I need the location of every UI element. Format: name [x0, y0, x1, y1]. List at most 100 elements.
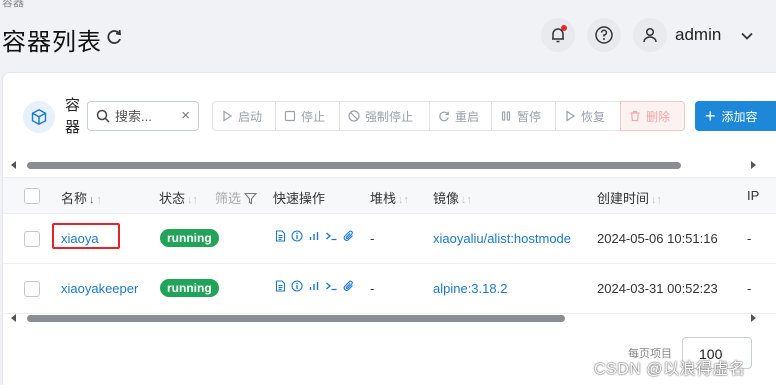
table-row: xiaoyakeeper running - alpine:3.18.2 202…	[3, 264, 776, 314]
pause-label: 暂停	[517, 109, 542, 124]
inspect-icon[interactable]	[291, 280, 303, 292]
stop-icon	[284, 110, 296, 122]
quick-actions	[275, 280, 355, 292]
sort-icon: ↓↑	[651, 194, 663, 206]
row-checkbox[interactable]	[24, 281, 40, 297]
resume-button[interactable]: 恢复	[555, 101, 621, 131]
ip-cell: -	[747, 281, 752, 296]
refresh-icon[interactable]	[104, 27, 124, 47]
notification-dot	[561, 25, 567, 31]
inspect-icon[interactable]	[291, 230, 303, 242]
filter-icon	[243, 192, 258, 205]
header-state[interactable]: 状态 ↓↑	[159, 188, 198, 207]
header-created-label: 创建时间	[597, 191, 650, 206]
row-checkbox[interactable]	[24, 231, 40, 247]
header-image[interactable]: 镜像 ↓↑	[433, 188, 472, 207]
pause-button[interactable]: 暂停	[491, 101, 556, 131]
header-stack[interactable]: 堆栈 ↓↑	[370, 188, 409, 207]
scroll-left-icon[interactable]	[11, 314, 16, 322]
ip-cell: -	[747, 231, 752, 246]
kill-button[interactable]: 强制停止	[339, 101, 430, 131]
search-icon	[96, 109, 110, 123]
sort-icon: ↓↑	[398, 194, 410, 206]
attach-icon[interactable]	[343, 280, 355, 292]
kill-label: 强制停止	[365, 109, 414, 124]
username[interactable]: admin	[675, 25, 721, 45]
attach-icon[interactable]	[343, 230, 355, 242]
containers-panel: 容器 × 启动 停止 强制停止 重启 暂停 恢复 删除 + 添加容	[2, 72, 776, 385]
notification-button[interactable]	[541, 18, 575, 52]
header-ip[interactable]: IP	[747, 188, 759, 203]
scroll-right-icon[interactable]	[751, 161, 756, 169]
select-all-checkbox[interactable]	[24, 188, 40, 204]
start-label: 启动	[238, 109, 263, 124]
scrollbar-thumb[interactable]	[27, 162, 681, 169]
add-container-button[interactable]: + 添加容	[695, 101, 776, 131]
stats-icon[interactable]	[308, 280, 320, 292]
start-button[interactable]: 启动	[212, 101, 276, 131]
image-link[interactable]: xiaoyaliu/alist:hostmode	[433, 231, 571, 246]
breadcrumb: 容器	[2, 0, 24, 9]
play-icon	[223, 110, 233, 122]
created-cell: 2024-05-06 10:51:16	[597, 231, 718, 246]
add-container-label: 添加容	[721, 109, 758, 124]
chevron-down-icon[interactable]	[740, 29, 754, 43]
image-link[interactable]: alpine:3.18.2	[433, 281, 507, 296]
cube-badge	[23, 101, 55, 133]
logs-icon[interactable]	[275, 230, 286, 242]
search-box[interactable]: ×	[87, 101, 199, 131]
trash-icon	[630, 110, 640, 122]
stop-button[interactable]: 停止	[275, 101, 340, 131]
restart-button[interactable]: 重启	[429, 101, 492, 131]
header-name[interactable]: 名称 ↓ ↑	[61, 188, 102, 207]
container-name-link[interactable]: xiaoyakeeper	[61, 281, 138, 296]
status-badge: running	[160, 229, 219, 247]
cube-icon	[31, 109, 47, 125]
delete-button[interactable]: 删除	[620, 101, 685, 131]
filter-label: 筛选	[215, 191, 242, 206]
sort-down-icon: ↓	[89, 194, 95, 206]
scroll-right-icon[interactable]	[751, 314, 756, 322]
scrollbar-thumb[interactable]	[27, 315, 565, 322]
table-row: xiaoya running - xiaoyaliu/alist:hostmod…	[3, 214, 776, 264]
console-icon[interactable]	[325, 280, 338, 292]
sort-icon: ↓↑	[461, 194, 473, 206]
restart-label: 重启	[455, 109, 480, 124]
clear-search-icon[interactable]: ×	[181, 107, 190, 124]
sort-up-icon: ↑	[96, 194, 103, 206]
delete-label: 删除	[646, 109, 671, 124]
restart-icon	[439, 111, 449, 122]
stats-icon[interactable]	[308, 230, 320, 242]
created-cell: 2024-03-31 00:52:23	[597, 281, 718, 296]
logs-icon[interactable]	[275, 280, 286, 292]
quick-actions	[275, 230, 355, 242]
page-header: 容器列表 admin	[0, 14, 776, 58]
horizontal-scrollbar-top[interactable]	[3, 159, 776, 173]
user-icon	[643, 27, 657, 43]
header-image-label: 镜像	[433, 191, 460, 206]
pause-icon	[501, 111, 511, 121]
search-input[interactable]	[115, 108, 177, 124]
resume-label: 恢复	[581, 109, 606, 124]
section-title: 容器	[65, 97, 81, 136]
header-filter[interactable]: 筛选	[211, 188, 258, 207]
horizontal-scrollbar-bottom[interactable]	[3, 312, 776, 326]
user-menu-button[interactable]	[633, 18, 667, 52]
header-stack-label: 堆栈	[370, 191, 397, 206]
status-badge: running	[160, 279, 219, 297]
stack-cell: -	[370, 281, 375, 296]
help-button[interactable]	[587, 18, 621, 52]
header-quick: 快速操作	[273, 191, 326, 206]
sort-icon: ↓↑	[187, 194, 199, 206]
resume-icon	[566, 110, 576, 122]
header-created[interactable]: 创建时间 ↓↑	[597, 188, 662, 207]
container-name-link[interactable]: xiaoya	[61, 231, 99, 246]
header-state-label: 状态	[159, 191, 186, 206]
console-icon[interactable]	[325, 230, 338, 242]
plus-icon: +	[705, 106, 716, 126]
scroll-left-icon[interactable]	[11, 161, 16, 169]
header-name-label: 名称	[61, 191, 88, 206]
help-icon	[595, 26, 613, 44]
table-header: 名称 ↓ ↑ 状态 ↓↑ 筛选 快速操作 堆栈 ↓↑ 镜像 ↓↑ 创建时间 ↓↑ IP	[3, 177, 776, 214]
watermark: CSDN @以浪得虚名	[594, 361, 746, 378]
